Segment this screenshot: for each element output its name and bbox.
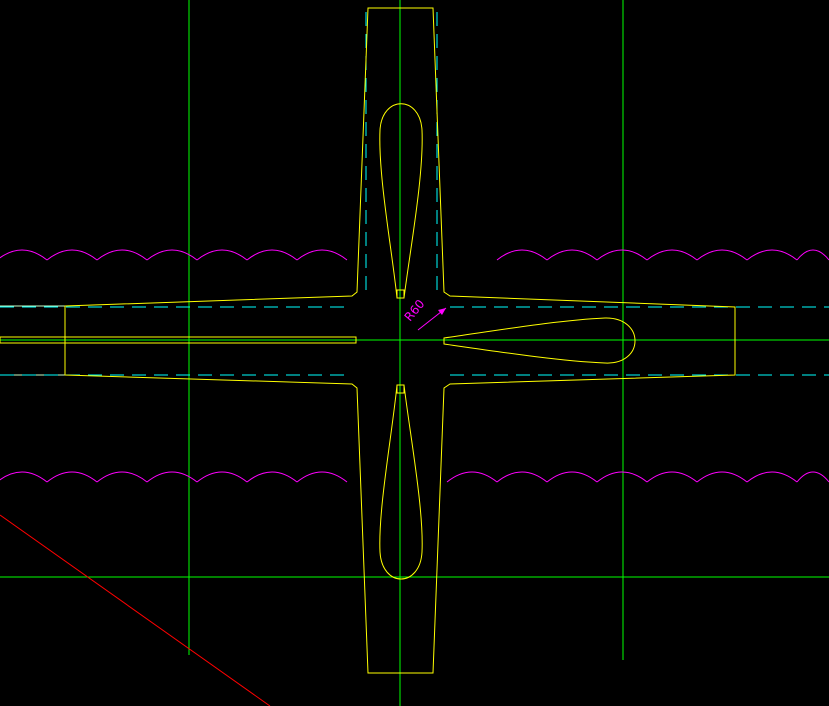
- scallop-band-upper: [0, 249, 829, 261]
- scallop-bands: [0, 249, 829, 483]
- scallop-band-lower: [0, 471, 829, 483]
- section-line: [0, 514, 271, 706]
- dimension-r60[interactable]: R60: [402, 297, 447, 331]
- blade-teardrop-top[interactable]: [379, 103, 423, 299]
- blade-teardrop-right[interactable]: [443, 317, 636, 364]
- cad-drawing-canvas[interactable]: R60: [0, 0, 829, 706]
- centerlines: [0, 0, 829, 706]
- dimension-label: R60: [402, 297, 428, 324]
- blade-teardrop-bottom[interactable]: [379, 384, 423, 580]
